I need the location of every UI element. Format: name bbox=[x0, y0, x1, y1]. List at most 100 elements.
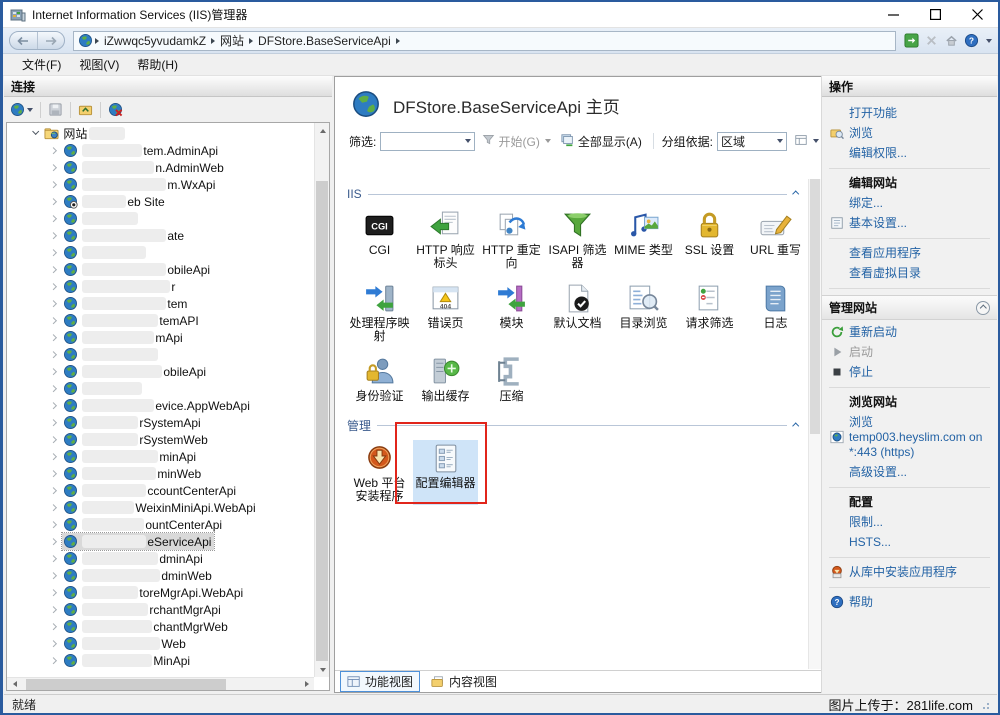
expand-chevron-icon[interactable] bbox=[50, 147, 58, 155]
tree-root-sites[interactable]: 网站 bbox=[7, 125, 313, 142]
action-link[interactable]: 从库中安装应用程序 bbox=[829, 562, 990, 582]
feature-tile[interactable]: 配置编辑器 bbox=[413, 440, 478, 505]
tree-site-item[interactable]: ccountCenterApi bbox=[7, 482, 313, 499]
expand-chevron-icon[interactable] bbox=[50, 589, 58, 597]
tree-site-item[interactable]: rSystemApi bbox=[7, 414, 313, 431]
expand-chevron-icon[interactable] bbox=[50, 181, 58, 189]
action-link[interactable]: 查看应用程序 bbox=[829, 243, 990, 263]
scroll-up-button[interactable] bbox=[315, 123, 330, 138]
expand-chevron-icon[interactable] bbox=[50, 334, 58, 342]
expand-chevron-icon[interactable] bbox=[32, 128, 40, 136]
breadcrumb-item[interactable]: 网站 bbox=[220, 32, 244, 49]
expand-chevron-icon[interactable] bbox=[50, 419, 58, 427]
filter-input[interactable] bbox=[380, 132, 475, 151]
expand-chevron-icon[interactable] bbox=[50, 657, 58, 665]
expand-chevron-icon[interactable] bbox=[50, 436, 58, 444]
tree-site-item[interactable]: r bbox=[7, 278, 313, 295]
menu-item[interactable]: 帮助(H) bbox=[128, 54, 187, 75]
action-link[interactable]: 基本设置... bbox=[829, 213, 990, 233]
delete-connection-button[interactable] bbox=[108, 102, 123, 117]
tree-site-item[interactable] bbox=[7, 380, 313, 397]
tree-site-item[interactable]: rSystemWeb bbox=[7, 431, 313, 448]
tree-site-item[interactable]: temAPI bbox=[7, 312, 313, 329]
expand-chevron-icon[interactable] bbox=[50, 198, 58, 206]
expand-chevron-icon[interactable] bbox=[50, 385, 58, 393]
expand-chevron-icon[interactable] bbox=[50, 232, 58, 240]
expand-chevron-icon[interactable] bbox=[50, 351, 58, 359]
feature-tile[interactable]: Web 平台安装程序 bbox=[347, 440, 412, 505]
feature-tile[interactable]: 模块 bbox=[479, 280, 544, 345]
tree-site-item[interactable]: eb Site bbox=[7, 193, 313, 210]
breadcrumb-item[interactable]: DFStore.BaseServiceApi bbox=[258, 34, 391, 48]
feature-tile[interactable]: 处理程序映射 bbox=[347, 280, 412, 345]
forward-button[interactable] bbox=[37, 32, 65, 49]
feature-tile[interactable]: 压缩 bbox=[479, 353, 544, 405]
feature-tile[interactable]: 目录浏览 bbox=[611, 280, 676, 345]
action-link[interactable]: 重新启动 bbox=[829, 322, 990, 342]
feature-tile[interactable]: HTTP 重定向 bbox=[479, 207, 544, 272]
breadcrumb-item[interactable]: iZwwqc5yvudamkZ bbox=[104, 34, 206, 48]
tree-site-item[interactable]: eServiceApi bbox=[7, 533, 313, 550]
expand-chevron-icon[interactable] bbox=[50, 470, 58, 478]
tree-site-item[interactable]: dminApi bbox=[7, 550, 313, 567]
save-button[interactable] bbox=[48, 102, 63, 117]
action-link[interactable]: 编辑权限... bbox=[829, 143, 990, 163]
help-button[interactable]: ? bbox=[964, 33, 979, 48]
expand-chevron-icon[interactable] bbox=[50, 300, 58, 308]
feature-tile[interactable]: HTTP 响应标头 bbox=[413, 207, 478, 272]
tree-site-item[interactable]: WeixinMiniApi.WebApi bbox=[7, 499, 313, 516]
expand-chevron-icon[interactable] bbox=[50, 623, 58, 631]
view-selector-button[interactable] bbox=[791, 132, 822, 151]
expand-chevron-icon[interactable] bbox=[50, 555, 58, 563]
tree-site-item[interactable]: ountCenterApi bbox=[7, 516, 313, 533]
feature-tile[interactable]: 日志 bbox=[743, 280, 808, 345]
feature-tile[interactable]: MIME 类型 bbox=[611, 207, 676, 272]
group-by-select[interactable]: 区域 bbox=[717, 132, 787, 151]
back-button[interactable] bbox=[10, 32, 37, 49]
expand-chevron-icon[interactable] bbox=[50, 283, 58, 291]
tab-features-view[interactable]: 功能视图 bbox=[340, 671, 420, 692]
up-folder-button[interactable] bbox=[78, 102, 93, 117]
maximize-button[interactable] bbox=[914, 2, 956, 27]
tree-site-item[interactable] bbox=[7, 244, 313, 261]
tree-site-item[interactable]: evice.AppWebApi bbox=[7, 397, 313, 414]
show-all-button[interactable]: 全部显示(A) bbox=[558, 132, 645, 151]
action-link[interactable]: 浏览 temp003.heyslim.com on *:443 (https) bbox=[829, 412, 990, 462]
expand-chevron-icon[interactable] bbox=[50, 572, 58, 580]
expand-chevron-icon[interactable] bbox=[50, 215, 58, 223]
tree-site-item[interactable] bbox=[7, 210, 313, 227]
tree-site-item[interactable]: chantMgrWeb bbox=[7, 618, 313, 635]
tree-site-item[interactable]: m.WxApi bbox=[7, 176, 313, 193]
feature-tile[interactable]: 默认文档 bbox=[545, 280, 610, 345]
collapse-chevron-icon[interactable] bbox=[976, 301, 990, 315]
expand-chevron-icon[interactable] bbox=[50, 538, 58, 546]
tree-site-item[interactable]: Web bbox=[7, 635, 313, 652]
action-link[interactable]: 打开功能 bbox=[829, 103, 990, 123]
expand-chevron-icon[interactable] bbox=[50, 521, 58, 529]
resize-grip[interactable] bbox=[979, 699, 989, 709]
menu-item[interactable]: 文件(F) bbox=[13, 54, 70, 75]
connect-server-button[interactable] bbox=[10, 102, 33, 117]
stop-x-button[interactable] bbox=[924, 33, 939, 48]
expand-chevron-icon[interactable] bbox=[50, 453, 58, 461]
feature-tile[interactable]: 请求筛选 bbox=[677, 280, 742, 345]
expand-chevron-icon[interactable] bbox=[50, 368, 58, 376]
expand-chevron-icon[interactable] bbox=[50, 249, 58, 257]
tree-vertical-scrollbar[interactable] bbox=[314, 123, 329, 677]
tree-site-item[interactable]: obileApi bbox=[7, 261, 313, 278]
scrollbar-thumb[interactable] bbox=[26, 679, 226, 690]
tree-site-item[interactable]: rchantMgrApi bbox=[7, 601, 313, 618]
feature-tile[interactable]: SSL 设置 bbox=[677, 207, 742, 272]
action-link[interactable]: 限制... bbox=[829, 512, 990, 532]
close-button[interactable] bbox=[956, 2, 998, 27]
scroll-right-button[interactable] bbox=[299, 678, 314, 691]
feature-tile[interactable]: URL 重写 bbox=[743, 207, 808, 272]
tree-horizontal-scrollbar[interactable] bbox=[7, 677, 314, 690]
collapse-chevron-icon[interactable] bbox=[792, 190, 800, 198]
tree-site-item[interactable]: mApi bbox=[7, 329, 313, 346]
expand-chevron-icon[interactable] bbox=[50, 164, 58, 172]
action-link[interactable]: 绑定... bbox=[829, 193, 990, 213]
tree-site-item[interactable]: tem bbox=[7, 295, 313, 312]
feature-tile[interactable]: 身份验证 bbox=[347, 353, 412, 405]
expand-chevron-icon[interactable] bbox=[50, 266, 58, 274]
